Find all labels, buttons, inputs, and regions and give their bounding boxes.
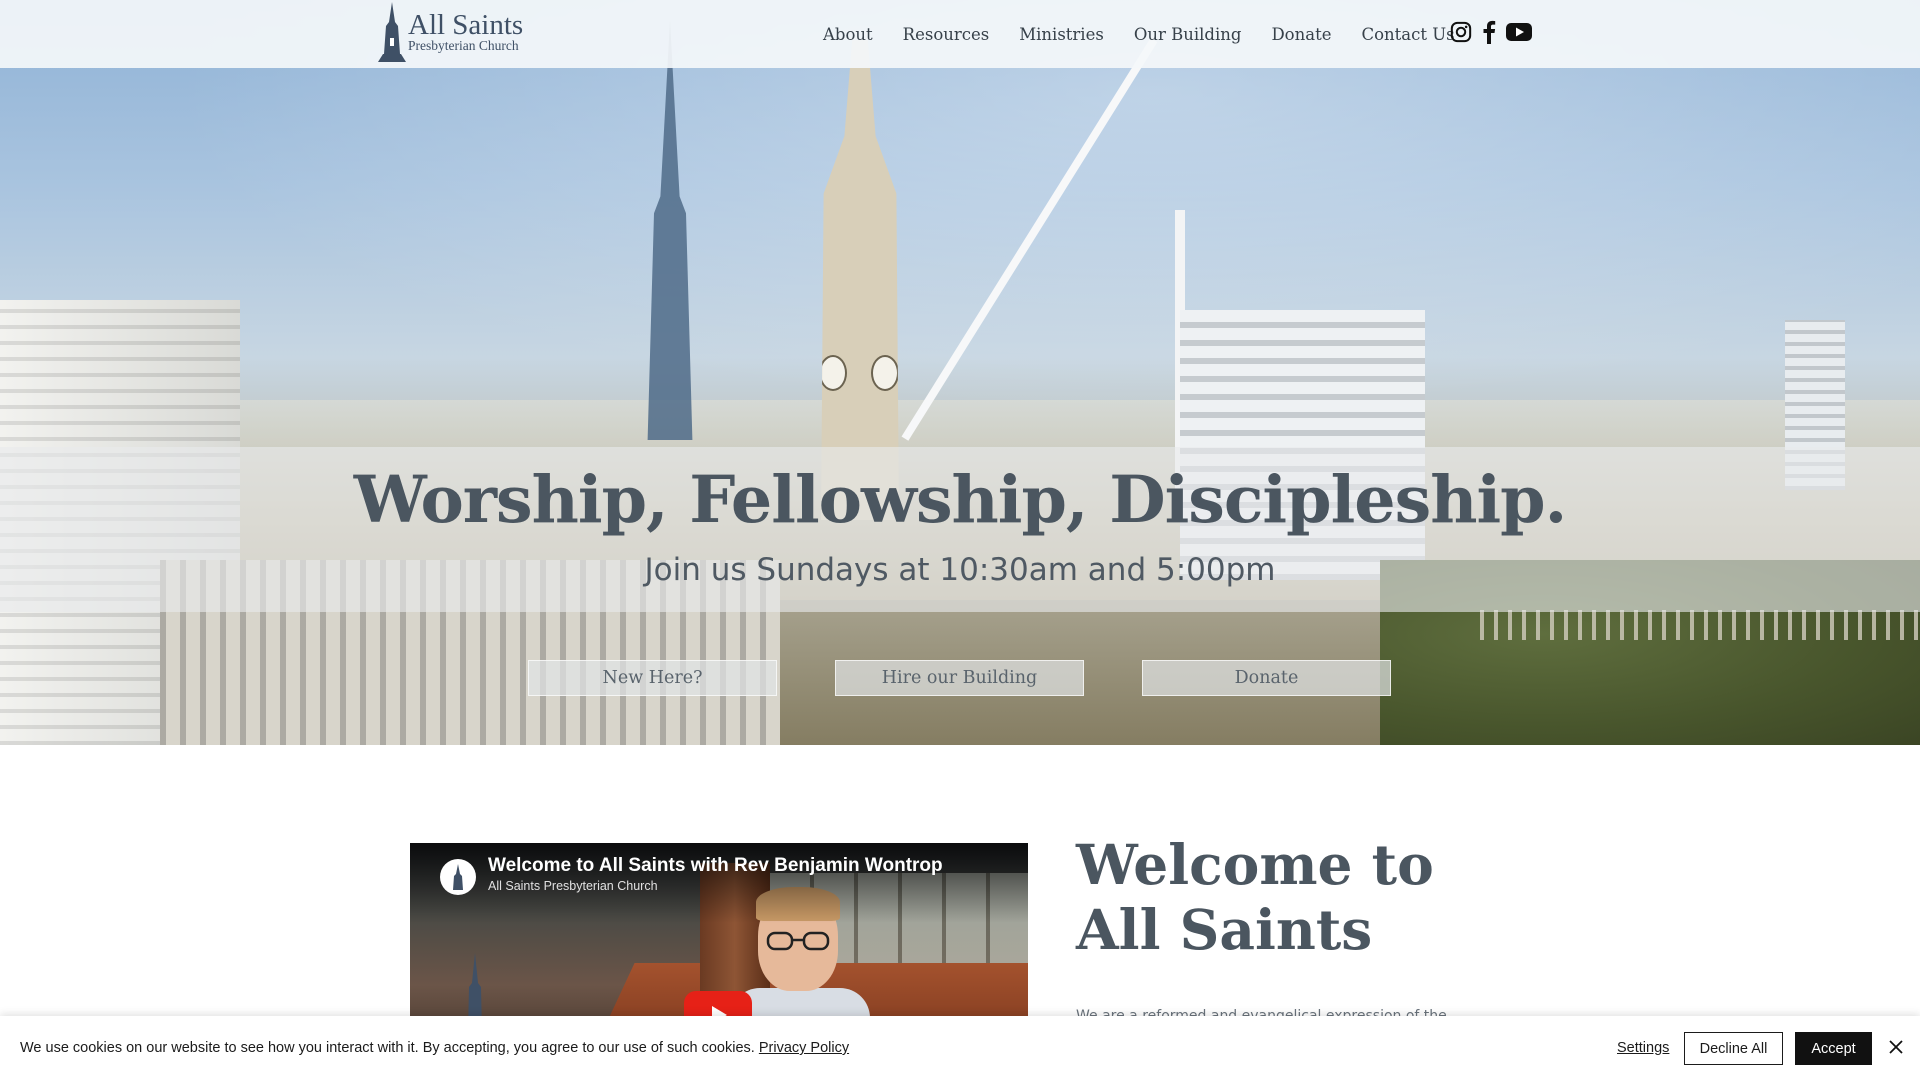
youtube-icon[interactable] bbox=[1506, 22, 1532, 42]
nav-item-ministries[interactable]: Ministries bbox=[1019, 24, 1104, 46]
social-links bbox=[1450, 20, 1532, 44]
clock-face bbox=[821, 355, 847, 391]
glasses-icon bbox=[766, 931, 830, 951]
site-header: All Saints Presbyterian Church About Res… bbox=[0, 0, 1920, 68]
facebook-icon[interactable] bbox=[1482, 20, 1496, 44]
logo-subtitle: Presbyterian Church bbox=[408, 38, 519, 53]
channel-avatar[interactable] bbox=[440, 859, 476, 895]
hero-title: Worship, Fellowship, Discipleship. bbox=[353, 462, 1568, 538]
site-logo[interactable]: All Saints Presbyterian Church bbox=[374, 0, 534, 64]
cookie-message-text: We use cookies on our website to see how… bbox=[20, 1040, 755, 1056]
instagram-icon[interactable] bbox=[1450, 21, 1472, 43]
nav-item-donate[interactable]: Donate bbox=[1271, 24, 1331, 46]
spire-logo-icon bbox=[453, 864, 463, 890]
welcome-heading: Welcome to All Saints bbox=[1076, 832, 1434, 962]
logo-title: All Saints bbox=[408, 9, 524, 41]
video-title[interactable]: Welcome to All Saints with Rev Benjamin … bbox=[488, 855, 943, 877]
hire-building-button[interactable]: Hire our Building bbox=[835, 660, 1084, 696]
welcome-heading-line-2: All Saints bbox=[1076, 897, 1373, 962]
bridge-image bbox=[1480, 610, 1920, 640]
nav-item-resources[interactable]: Resources bbox=[903, 24, 990, 46]
nav-item-contact-us[interactable]: Contact Us bbox=[1361, 24, 1454, 46]
close-icon[interactable] bbox=[1885, 1036, 1907, 1058]
accept-button[interactable]: Accept bbox=[1795, 1032, 1872, 1065]
donate-button[interactable]: Donate bbox=[1142, 660, 1391, 696]
main-nav: About Resources Ministries Our Building … bbox=[823, 24, 1485, 46]
welcome-heading-line-1: Welcome to bbox=[1076, 832, 1434, 897]
decline-all-button[interactable]: Decline All bbox=[1684, 1032, 1783, 1065]
clock-face bbox=[871, 355, 899, 391]
nav-item-our-building[interactable]: Our Building bbox=[1134, 24, 1242, 46]
video-channel-name[interactable]: All Saints Presbyterian Church bbox=[488, 879, 658, 893]
cookie-message: We use cookies on our website to see how… bbox=[20, 1040, 849, 1056]
cookie-banner: We use cookies on our website to see how… bbox=[0, 1016, 1920, 1080]
nav-item-about[interactable]: About bbox=[823, 24, 873, 46]
hero-background bbox=[0, 0, 1920, 745]
hero-subtitle: Join us Sundays at 10:30am and 5:00pm bbox=[644, 552, 1276, 588]
spire-logo-icon bbox=[378, 2, 406, 62]
privacy-policy-link[interactable]: Privacy Policy bbox=[759, 1040, 849, 1056]
cookie-settings-link[interactable]: Settings bbox=[1617, 1040, 1669, 1056]
new-here-button[interactable]: New Here? bbox=[528, 660, 777, 696]
